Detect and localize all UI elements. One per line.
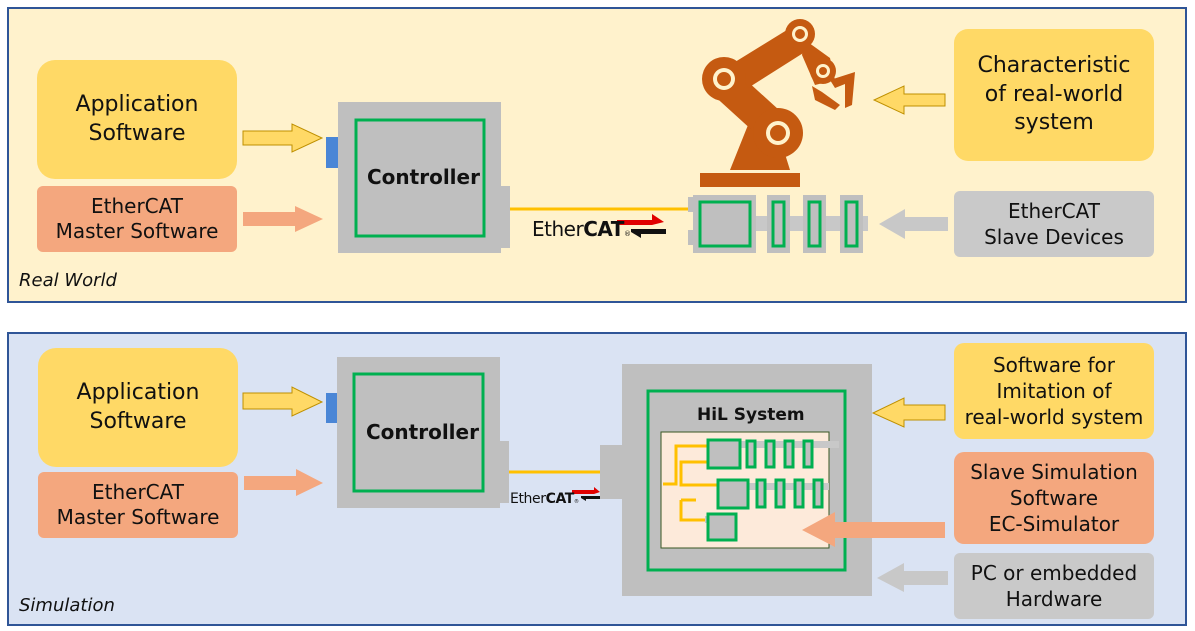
sim-arrow-master-to-controller (244, 469, 323, 496)
sim-controller-side-port (500, 441, 509, 503)
sim-ethercat-logo-mark: ® (573, 499, 579, 505)
sim-controller-label: Controller (366, 420, 479, 444)
sim-arrow-app-to-controller (242, 386, 324, 417)
sim-controller-blue-port (326, 393, 337, 423)
simulation-graphics (242, 357, 948, 596)
sim-ethercat-logo: EtherCAT® (510, 491, 579, 507)
arrow-imitation-to-hil (871, 397, 946, 428)
hil-system-label: HiL System (697, 405, 805, 425)
hil-system-port (600, 445, 623, 499)
arrow-hardware-to-hil (877, 563, 948, 592)
sim-ethercat-logo-light: Ether (510, 491, 546, 507)
sim-ethercat-logo-bold: CAT (545, 491, 575, 507)
